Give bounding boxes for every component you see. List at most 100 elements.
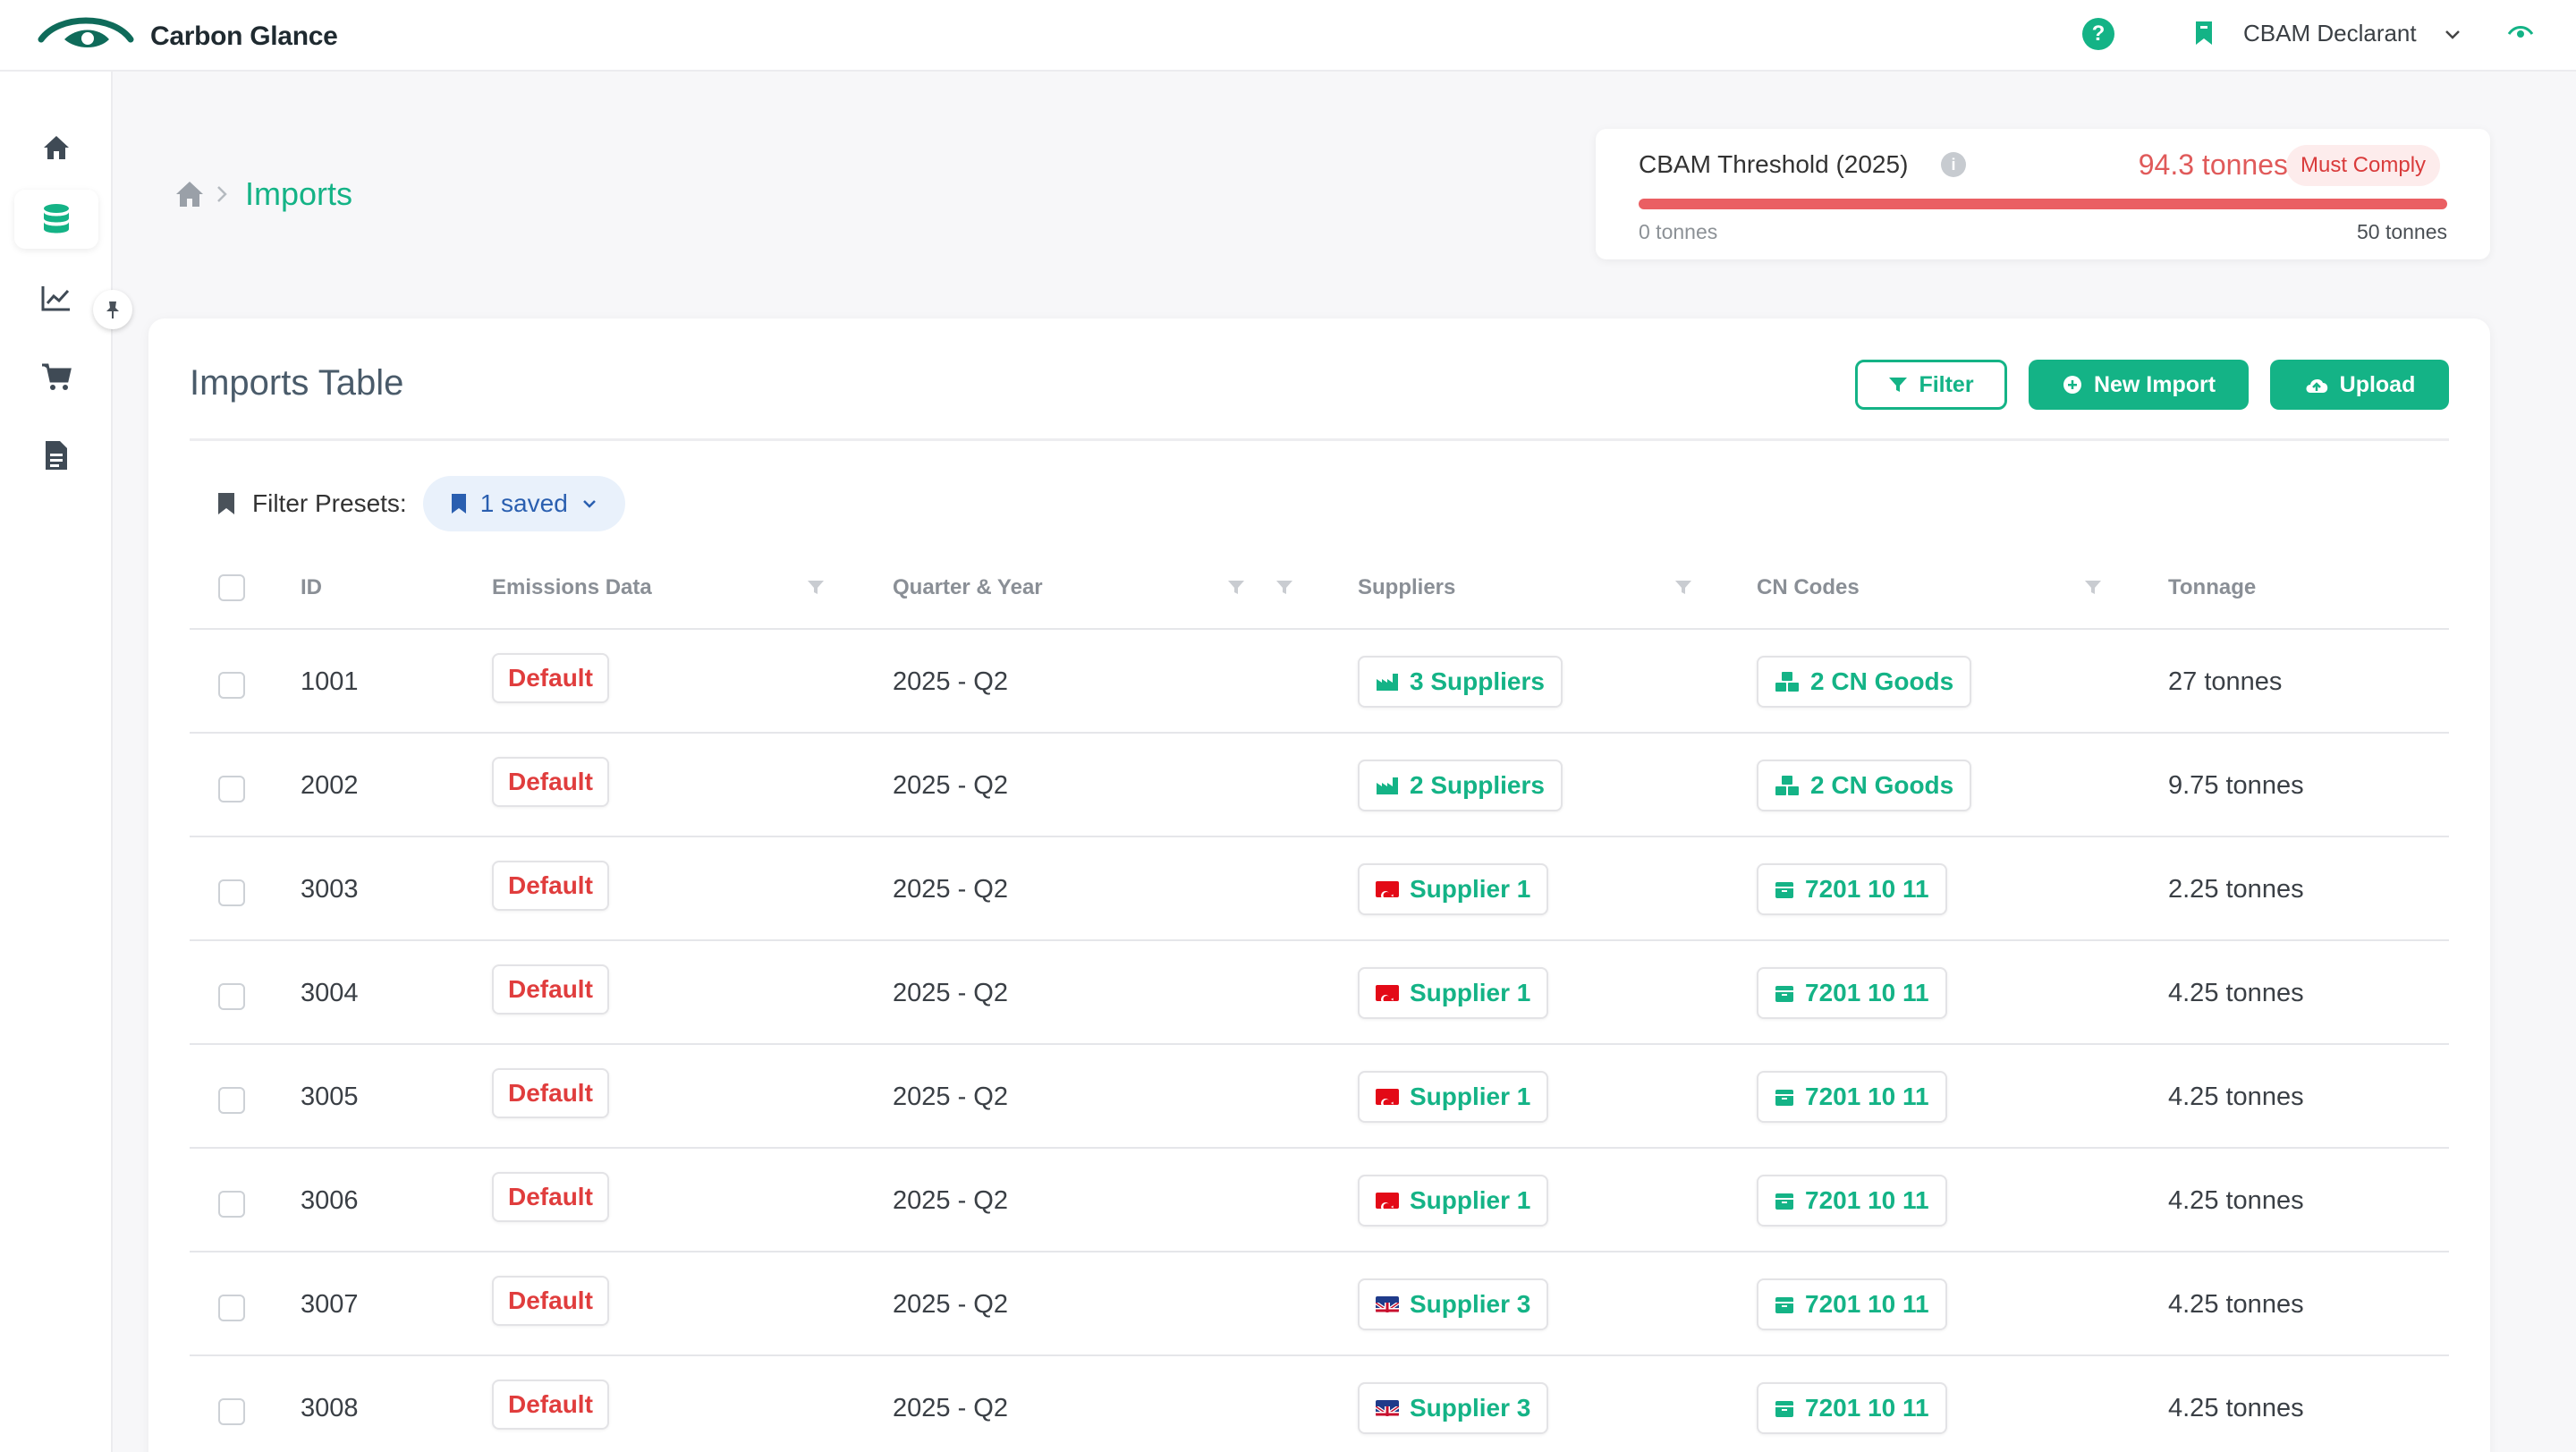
emissions-default-tag[interactable]: Default — [492, 653, 609, 703]
row-select-cell[interactable] — [218, 630, 245, 734]
emissions-default-tag[interactable]: Default — [492, 1276, 609, 1326]
suppliers-tag[interactable]: Supplier 1 — [1358, 1071, 1549, 1123]
select-all-checkbox[interactable] — [218, 574, 245, 601]
table-row[interactable]: 3003 Default 2025 - Q2 Supplier 1 7201 1… — [190, 837, 2449, 941]
cn-codes-tag[interactable]: 2 CN Goods — [1757, 760, 1972, 811]
suppliers-tag[interactable]: Supplier 1 — [1358, 1175, 1549, 1227]
table-row[interactable]: 3005 Default 2025 - Q2 Supplier 1 7201 1… — [190, 1045, 2449, 1149]
user-role-menu[interactable]: CBAM Declarant — [2243, 20, 2417, 47]
info-icon[interactable]: i — [1941, 152, 1966, 177]
import-id: 3007 — [301, 1289, 359, 1319]
row-checkbox[interactable] — [218, 1087, 245, 1114]
database-icon — [44, 204, 69, 234]
emissions-default-tag[interactable]: Default — [492, 1172, 609, 1222]
table-row[interactable]: 3007 Default 2025 - Q2 Supplier 3 7201 1… — [190, 1252, 2449, 1356]
cn-codes-label: 2 CN Goods — [1810, 771, 1954, 799]
cn-codes-tag[interactable]: 7201 10 11 — [1757, 967, 1947, 1019]
chevron-down-icon[interactable] — [2442, 23, 2463, 45]
cn-codes-tag[interactable]: 7201 10 11 — [1757, 1175, 1947, 1227]
table-row[interactable]: 3008 Default 2025 - Q2 Supplier 3 7201 1… — [190, 1356, 2449, 1452]
turkey-flag-icon — [1376, 1089, 1399, 1105]
column-header-id[interactable]: ID — [301, 546, 322, 630]
column-header-tonnage[interactable]: Tonnage — [2168, 546, 2256, 630]
new-import-button[interactable]: New Import — [2029, 360, 2249, 410]
box-icon — [1775, 1295, 1794, 1314]
emissions-default-tag[interactable]: Default — [492, 964, 609, 1015]
suppliers-tag[interactable]: Supplier 1 — [1358, 967, 1549, 1019]
row-checkbox[interactable] — [218, 879, 245, 906]
uk-flag-icon — [1376, 1296, 1399, 1312]
row-select-cell[interactable] — [218, 837, 245, 941]
breadcrumb-current: Imports — [245, 175, 353, 212]
import-id: 3008 — [301, 1393, 359, 1422]
filter-icon[interactable] — [1227, 580, 1245, 596]
filter-icon[interactable] — [807, 580, 825, 596]
carbon-glance-logo[interactable] — [38, 13, 134, 57]
column-header-quarter[interactable]: Quarter & Year — [893, 546, 1043, 630]
quarter-year: 2025 - Q2 — [893, 1393, 1008, 1422]
row-checkbox[interactable] — [218, 1191, 245, 1218]
row-select-cell[interactable] — [218, 1356, 245, 1452]
row-select-cell[interactable] — [218, 1149, 245, 1252]
row-select-cell[interactable] — [218, 1252, 245, 1356]
sidebar-item-cart[interactable] — [27, 347, 86, 406]
emissions-default-tag[interactable]: Default — [492, 1380, 609, 1430]
suppliers-tag[interactable]: Supplier 3 — [1358, 1382, 1549, 1434]
sidebar-item-analytics[interactable] — [27, 268, 86, 327]
pin-sidebar-button[interactable] — [93, 290, 132, 329]
divider — [190, 438, 2449, 441]
sidebar-item-documents[interactable] — [27, 426, 86, 485]
suppliers-tag[interactable]: Supplier 3 — [1358, 1278, 1549, 1330]
turkey-flag-icon — [1376, 985, 1399, 1001]
column-header-suppliers[interactable]: Suppliers — [1358, 546, 1455, 630]
imports-table: ID Emissions Data Quarter & Year Supplie… — [190, 546, 2449, 1452]
sidebar-item-home[interactable] — [27, 118, 86, 177]
emissions-default-tag[interactable]: Default — [492, 757, 609, 807]
cn-codes-tag[interactable]: 2 CN Goods — [1757, 656, 1972, 708]
emissions-default-tag[interactable]: Default — [492, 861, 609, 911]
import-id: 3003 — [301, 874, 359, 904]
row-checkbox[interactable] — [218, 983, 245, 1010]
select-all-cell[interactable] — [218, 546, 245, 630]
suppliers-tag[interactable]: 3 Suppliers — [1358, 656, 1563, 708]
home-icon[interactable] — [174, 178, 206, 210]
filter-icon[interactable] — [1275, 580, 1293, 596]
sidebar — [0, 72, 132, 1452]
table-row[interactable]: 3004 Default 2025 - Q2 Supplier 1 7201 1… — [190, 941, 2449, 1045]
help-icon[interactable]: ? — [2082, 18, 2114, 50]
chevron-down-icon — [582, 500, 596, 508]
cn-codes-tag[interactable]: 7201 10 11 — [1757, 1278, 1947, 1330]
row-checkbox[interactable] — [218, 776, 245, 802]
saved-presets-dropdown[interactable]: 1 saved — [422, 476, 625, 531]
quarter-year: 2025 - Q2 — [893, 874, 1008, 904]
upload-button[interactable]: Upload — [2270, 360, 2449, 410]
suppliers-tag[interactable]: 2 Suppliers — [1358, 760, 1563, 811]
cart-icon — [42, 363, 72, 390]
row-checkbox[interactable] — [218, 1398, 245, 1425]
table-row[interactable]: 2002 Default 2025 - Q2 2 Suppliers 2 CN … — [190, 734, 2449, 837]
row-select-cell[interactable] — [218, 941, 245, 1045]
import-id: 3006 — [301, 1185, 359, 1215]
row-select-cell[interactable] — [218, 734, 245, 837]
filter-button[interactable]: Filter — [1855, 360, 2007, 410]
breadcrumb: Imports — [174, 175, 352, 213]
table-row[interactable]: 1001 Default 2025 - Q2 3 Suppliers 2 CN … — [190, 630, 2449, 734]
column-header-emissions[interactable]: Emissions Data — [492, 546, 652, 630]
suppliers-tag[interactable]: Supplier 1 — [1358, 863, 1549, 915]
row-checkbox[interactable] — [218, 672, 245, 699]
cn-codes-label: 7201 10 11 — [1805, 1394, 1929, 1422]
filter-icon[interactable] — [2084, 580, 2102, 596]
sidebar-item-imports[interactable] — [14, 190, 98, 249]
cn-codes-tag[interactable]: 7201 10 11 — [1757, 1071, 1947, 1123]
emissions-default-tag[interactable]: Default — [492, 1068, 609, 1118]
eye-logo-icon[interactable] — [2506, 21, 2535, 43]
table-row[interactable]: 3006 Default 2025 - Q2 Supplier 1 7201 1… — [190, 1149, 2449, 1252]
row-select-cell[interactable] — [218, 1045, 245, 1149]
column-header-cn-codes[interactable]: CN Codes — [1757, 546, 1860, 630]
row-checkbox[interactable] — [218, 1295, 245, 1321]
document-icon — [46, 441, 67, 470]
top-bar: Carbon Glance ? CBAM Declarant — [0, 0, 2576, 72]
cn-codes-tag[interactable]: 7201 10 11 — [1757, 1382, 1947, 1434]
cn-codes-tag[interactable]: 7201 10 11 — [1757, 863, 1947, 915]
filter-icon[interactable] — [1674, 580, 1692, 596]
